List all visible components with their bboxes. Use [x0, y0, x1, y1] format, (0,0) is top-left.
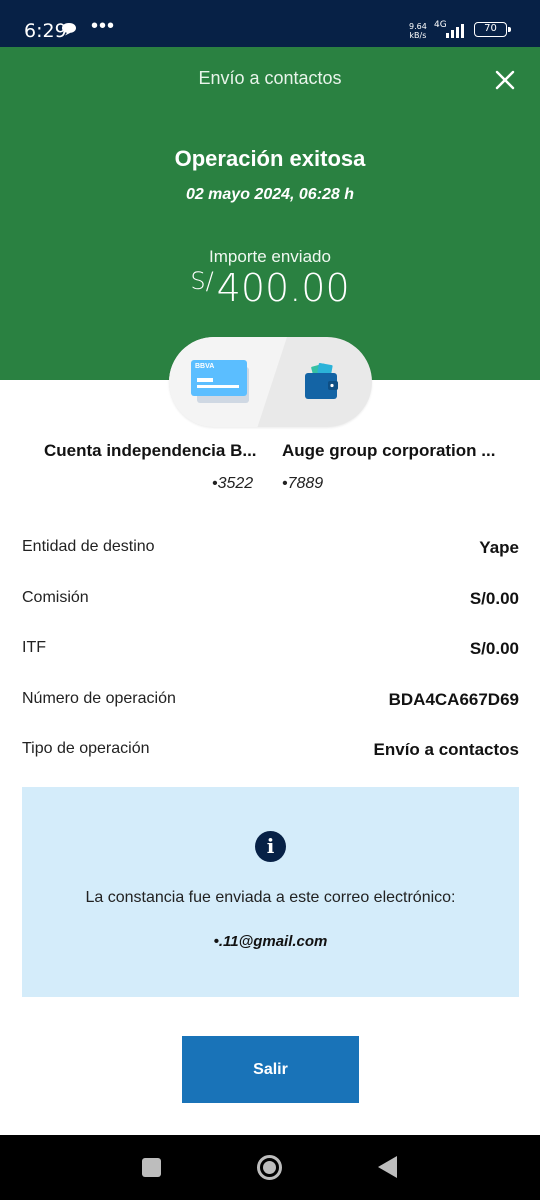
detail-label: ITF: [22, 639, 46, 656]
detail-value: S/0.00: [469, 639, 519, 658]
detail-label: Número de operación: [22, 690, 176, 707]
home-icon[interactable]: [256, 1154, 283, 1181]
signal-icon: [446, 24, 464, 38]
recent-apps-icon[interactable]: [142, 1158, 161, 1177]
card-brand: BBVA: [195, 363, 215, 370]
notice-message: La constancia fue enviada a este correo …: [85, 889, 456, 906]
amount-label: Importe enviado: [209, 247, 331, 266]
battery-level: 70: [484, 23, 497, 34]
status-bar: 6:29 ••• 9.64 kB/s 4G 70: [0, 0, 540, 47]
wallet-icon: [305, 363, 338, 399]
more-notifications-icon: •••: [91, 15, 116, 37]
detail-value: Envío a contactos: [373, 740, 519, 759]
exit-button[interactable]: Salir: [182, 1036, 359, 1103]
operation-date: 02 mayo 2024, 06:28 h: [185, 186, 355, 203]
destination-account-number: •7889: [282, 475, 324, 492]
detail-value: S/0.00: [469, 589, 519, 608]
amount-value: 400.00: [216, 266, 350, 310]
message-icon: [62, 23, 76, 36]
detail-value: BDA4CA667D69: [388, 690, 519, 709]
email-notice: i La constancia fue enviada a este corre…: [22, 787, 519, 997]
detail-row: Comisión S/0.00: [22, 589, 519, 613]
detail-label: Comisión: [22, 589, 89, 606]
detail-row: ITF S/0.00: [22, 639, 519, 663]
screen-title: Envío a contactos: [198, 68, 342, 88]
system-nav-bar: [0, 1135, 540, 1200]
close-icon[interactable]: [490, 65, 520, 95]
source-account-name: Cuenta independencia B...: [44, 441, 257, 460]
operation-status: Operación exitosa: [174, 146, 366, 171]
amount-sent: S/400.00: [0, 266, 540, 310]
transfer-visual: BBVA: [169, 337, 372, 427]
detail-value: Yape: [479, 538, 519, 557]
detail-row: Número de operación BDA4CA667D69: [22, 690, 519, 714]
battery-icon: 70: [474, 22, 511, 37]
back-icon[interactable]: [376, 1155, 398, 1179]
detail-row: Entidad de destino Yape: [22, 538, 519, 562]
destination-account-name: Auge group corporation ...: [282, 441, 496, 460]
network-speed: 9.64 kB/s: [409, 22, 427, 40]
speed-unit: kB/s: [409, 31, 427, 40]
detail-label: Tipo de operación: [22, 740, 150, 757]
detail-row: Tipo de operación Envío a contactos: [22, 740, 519, 764]
info-icon: i: [255, 831, 286, 862]
success-header: Envío a contactos Operación exitosa 02 m…: [0, 47, 540, 380]
speed-value: 9.64: [409, 22, 427, 31]
bank-card-icon: BBVA: [191, 360, 247, 396]
currency-symbol: S/: [190, 267, 214, 295]
detail-label: Entidad de destino: [22, 538, 155, 555]
source-account-number: •3522: [212, 475, 254, 492]
notice-email: •.11@gmail.com: [213, 933, 328, 950]
